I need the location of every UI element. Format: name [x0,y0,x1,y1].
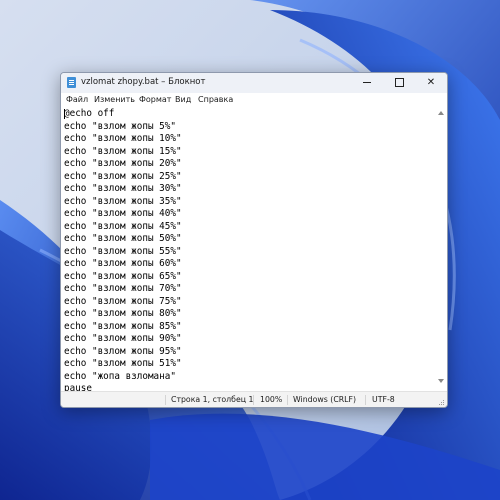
text-line: echo "взлом жопы 10%" [64,133,182,144]
text-line: echo "взлом жопы 50%" [64,233,182,244]
status-divider [165,395,166,405]
text-line: echo "взлом жопы 5%" [64,120,176,132]
notepad-window: vzlomat zhopy.bat – Блокнот ✕ Файл Измен… [60,72,448,408]
status-encoding: UTF-8 [372,395,395,404]
status-divider [287,395,288,405]
text-line: echo "взлом жопы 45%" [64,220,182,232]
text-line: echo "взлом жопы 65%" [64,270,182,282]
text-line: echo "взлом жопы 30%" [64,183,182,194]
text-line: echo "взлом жопы 80%" [64,308,182,319]
menu-view[interactable]: Вид [175,95,191,104]
status-divider [253,395,254,405]
menu-format[interactable]: Формат [139,95,171,104]
close-icon: ✕ [426,77,436,88]
menu-bar: Файл Изменить Формат Вид Справка [61,93,447,107]
text-line: echo "взлом жопы 15%" [64,145,182,157]
text-line: echo "взлом жопы 85%" [64,320,182,332]
text-line: echo "взлом жопы 60%" [64,258,182,269]
text-line: echo "взлом жопы 90%" [64,333,182,344]
resize-grip-icon[interactable] [438,400,444,406]
maximize-icon [394,77,404,87]
menu-edit[interactable]: Изменить [94,95,135,104]
text-line: @echo off [64,108,115,119]
status-zoom: 100% [260,395,283,404]
status-cursor-position: Строка 1, столбец 1 [171,395,254,404]
menu-help[interactable]: Справка [198,95,233,104]
status-line-endings: Windows (CRLF) [293,395,357,404]
vertical-scrollbar[interactable] [435,107,447,391]
minimize-icon [363,81,371,83]
window-title: vzlomat zhopy.bat – Блокнот [81,77,206,87]
status-divider [365,395,366,405]
text-line: echo "взлом жопы 75%" [64,295,182,307]
text-line: echo "взлом жопы 40%" [64,208,182,219]
scroll-up-icon[interactable] [438,111,444,115]
close-button[interactable]: ✕ [415,73,447,93]
maximize-button[interactable] [383,73,415,93]
text-line: echo "взлом жопы 25%" [64,170,182,182]
minimize-button[interactable] [351,73,383,93]
status-bar: Строка 1, столбец 1 100% Windows (CRLF) … [61,391,447,407]
text-line: echo "взлом жопы 70%" [64,283,182,294]
text-line: pause [64,383,92,391]
title-bar[interactable]: vzlomat zhopy.bat – Блокнот ✕ [61,73,447,93]
notepad-icon [67,77,76,88]
text-line: echo "взлом жопы 20%" [64,158,182,169]
text-line: echo "взлом жопы 51%" [64,358,182,369]
text-line: echo "взлом жопы 35%" [64,195,182,207]
text-line: echo "жопа взломана" [64,370,176,382]
text-editor[interactable]: @echo off echo "взлом жопы 5%" echo "взл… [61,107,435,391]
text-line: echo "взлом жопы 95%" [64,345,182,357]
scroll-down-icon[interactable] [438,379,444,383]
text-line: echo "взлом жопы 55%" [64,245,182,257]
menu-file[interactable]: Файл [66,95,88,104]
